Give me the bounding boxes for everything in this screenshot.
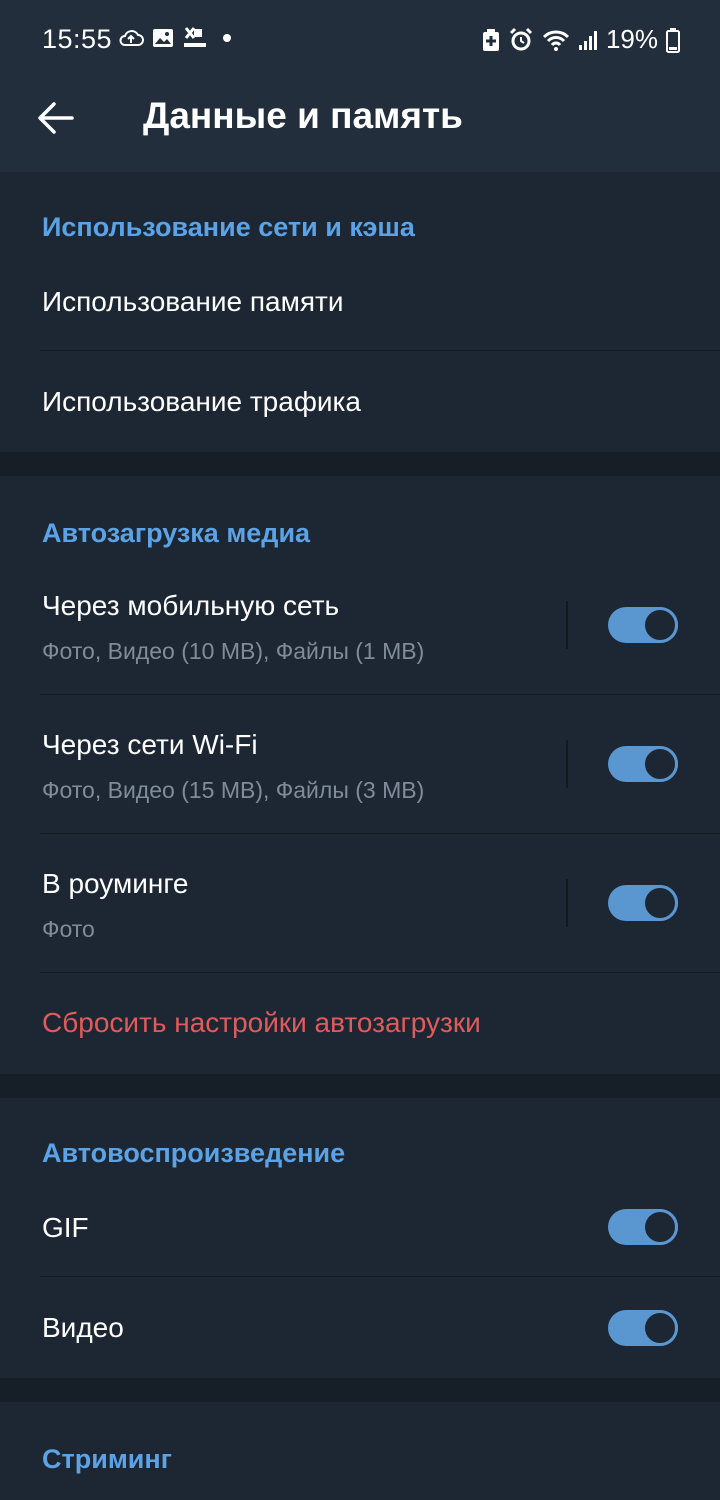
- setting-sub: Фото, Видео (15 MB), Файлы (3 MB): [42, 777, 425, 803]
- reset-autoload-label: Сбросить настройки автозагрузки: [42, 1007, 481, 1038]
- reset-autoload-button[interactable]: Сбросить настройки автозагрузки: [0, 973, 720, 1074]
- setting-sub: Фото, Видео (10 MB), Файлы (1 MB): [42, 638, 425, 664]
- cloud-upload-icon: [119, 30, 144, 46]
- vertical-divider: [566, 740, 568, 788]
- toggle-gif[interactable]: [608, 1209, 678, 1245]
- autoplay-section: Автовоспроизведение GIF Видео: [0, 1098, 720, 1378]
- vertical-divider: [566, 601, 568, 649]
- page-title: Данные и память: [143, 95, 463, 136]
- setting-label: В роуминге: [42, 868, 189, 899]
- section-header-autoplay: Автовоспроизведение: [42, 1138, 346, 1168]
- dot-icon: [223, 34, 231, 42]
- setting-row-video[interactable]: Видео: [0, 1278, 720, 1378]
- setting-row-mobile[interactable]: Через мобильную сеть Фото, Видео (10 MB)…: [0, 556, 720, 694]
- setting-label: Через мобильную сеть: [42, 590, 340, 621]
- status-time: 15:55: [42, 24, 113, 54]
- setting-label: Через сети Wi-Fi: [42, 729, 258, 760]
- setting-row-roaming[interactable]: В роуминге Фото: [0, 834, 720, 972]
- battery-percent: 19%: [605, 24, 658, 54]
- back-arrow-icon[interactable]: [36, 98, 76, 138]
- section-divider: [0, 452, 720, 476]
- vertical-divider: [566, 879, 568, 927]
- section-header-network: Использование сети и кэша: [42, 212, 415, 242]
- menu-item-storage-usage[interactable]: Использование памяти: [0, 252, 720, 352]
- section-divider: [0, 1378, 720, 1402]
- autoload-section: Автозагрузка медиа Через мобильную сеть …: [0, 476, 720, 1074]
- status-right-icons: 19%: [482, 24, 680, 55]
- network-section: Использование сети и кэша Использование …: [0, 172, 720, 452]
- status-bar: 15:55 19%: [0, 0, 720, 80]
- menu-item-traffic-usage[interactable]: Использование трафика: [0, 352, 720, 452]
- status-left-icons: [118, 26, 238, 50]
- setting-label: GIF: [42, 1212, 89, 1243]
- setting-sub: Фото: [42, 916, 95, 942]
- section-divider: [0, 1074, 720, 1098]
- section-header-streaming: Стриминг: [42, 1444, 172, 1474]
- setting-row-gif[interactable]: GIF: [0, 1178, 720, 1278]
- battery-saver-icon: [482, 28, 499, 51]
- menu-item-label: Использование памяти: [42, 286, 344, 317]
- toggle-video[interactable]: [608, 1310, 678, 1346]
- menu-item-label: Использование трафика: [42, 386, 361, 417]
- toggle-wifi[interactable]: [608, 746, 678, 782]
- section-header-autoload: Автозагрузка медиа: [42, 518, 311, 548]
- alarm-icon: [509, 27, 533, 50]
- toggle-mobile[interactable]: [608, 607, 678, 643]
- signal-icon: [578, 30, 597, 50]
- toggle-roaming[interactable]: [608, 885, 678, 921]
- streaming-section: Стриминг: [0, 1402, 720, 1500]
- battery-icon: [666, 27, 680, 53]
- gallery-icon: [153, 29, 173, 47]
- divider: [40, 350, 720, 351]
- wifi-icon: [542, 30, 570, 51]
- setting-row-wifi[interactable]: Через сети Wi-Fi Фото, Видео (15 MB), Фа…: [0, 695, 720, 833]
- setting-label: Видео: [42, 1312, 124, 1343]
- vpok-icon: [184, 27, 206, 47]
- divider: [40, 1276, 720, 1277]
- app-bar: Данные и память: [0, 80, 720, 172]
